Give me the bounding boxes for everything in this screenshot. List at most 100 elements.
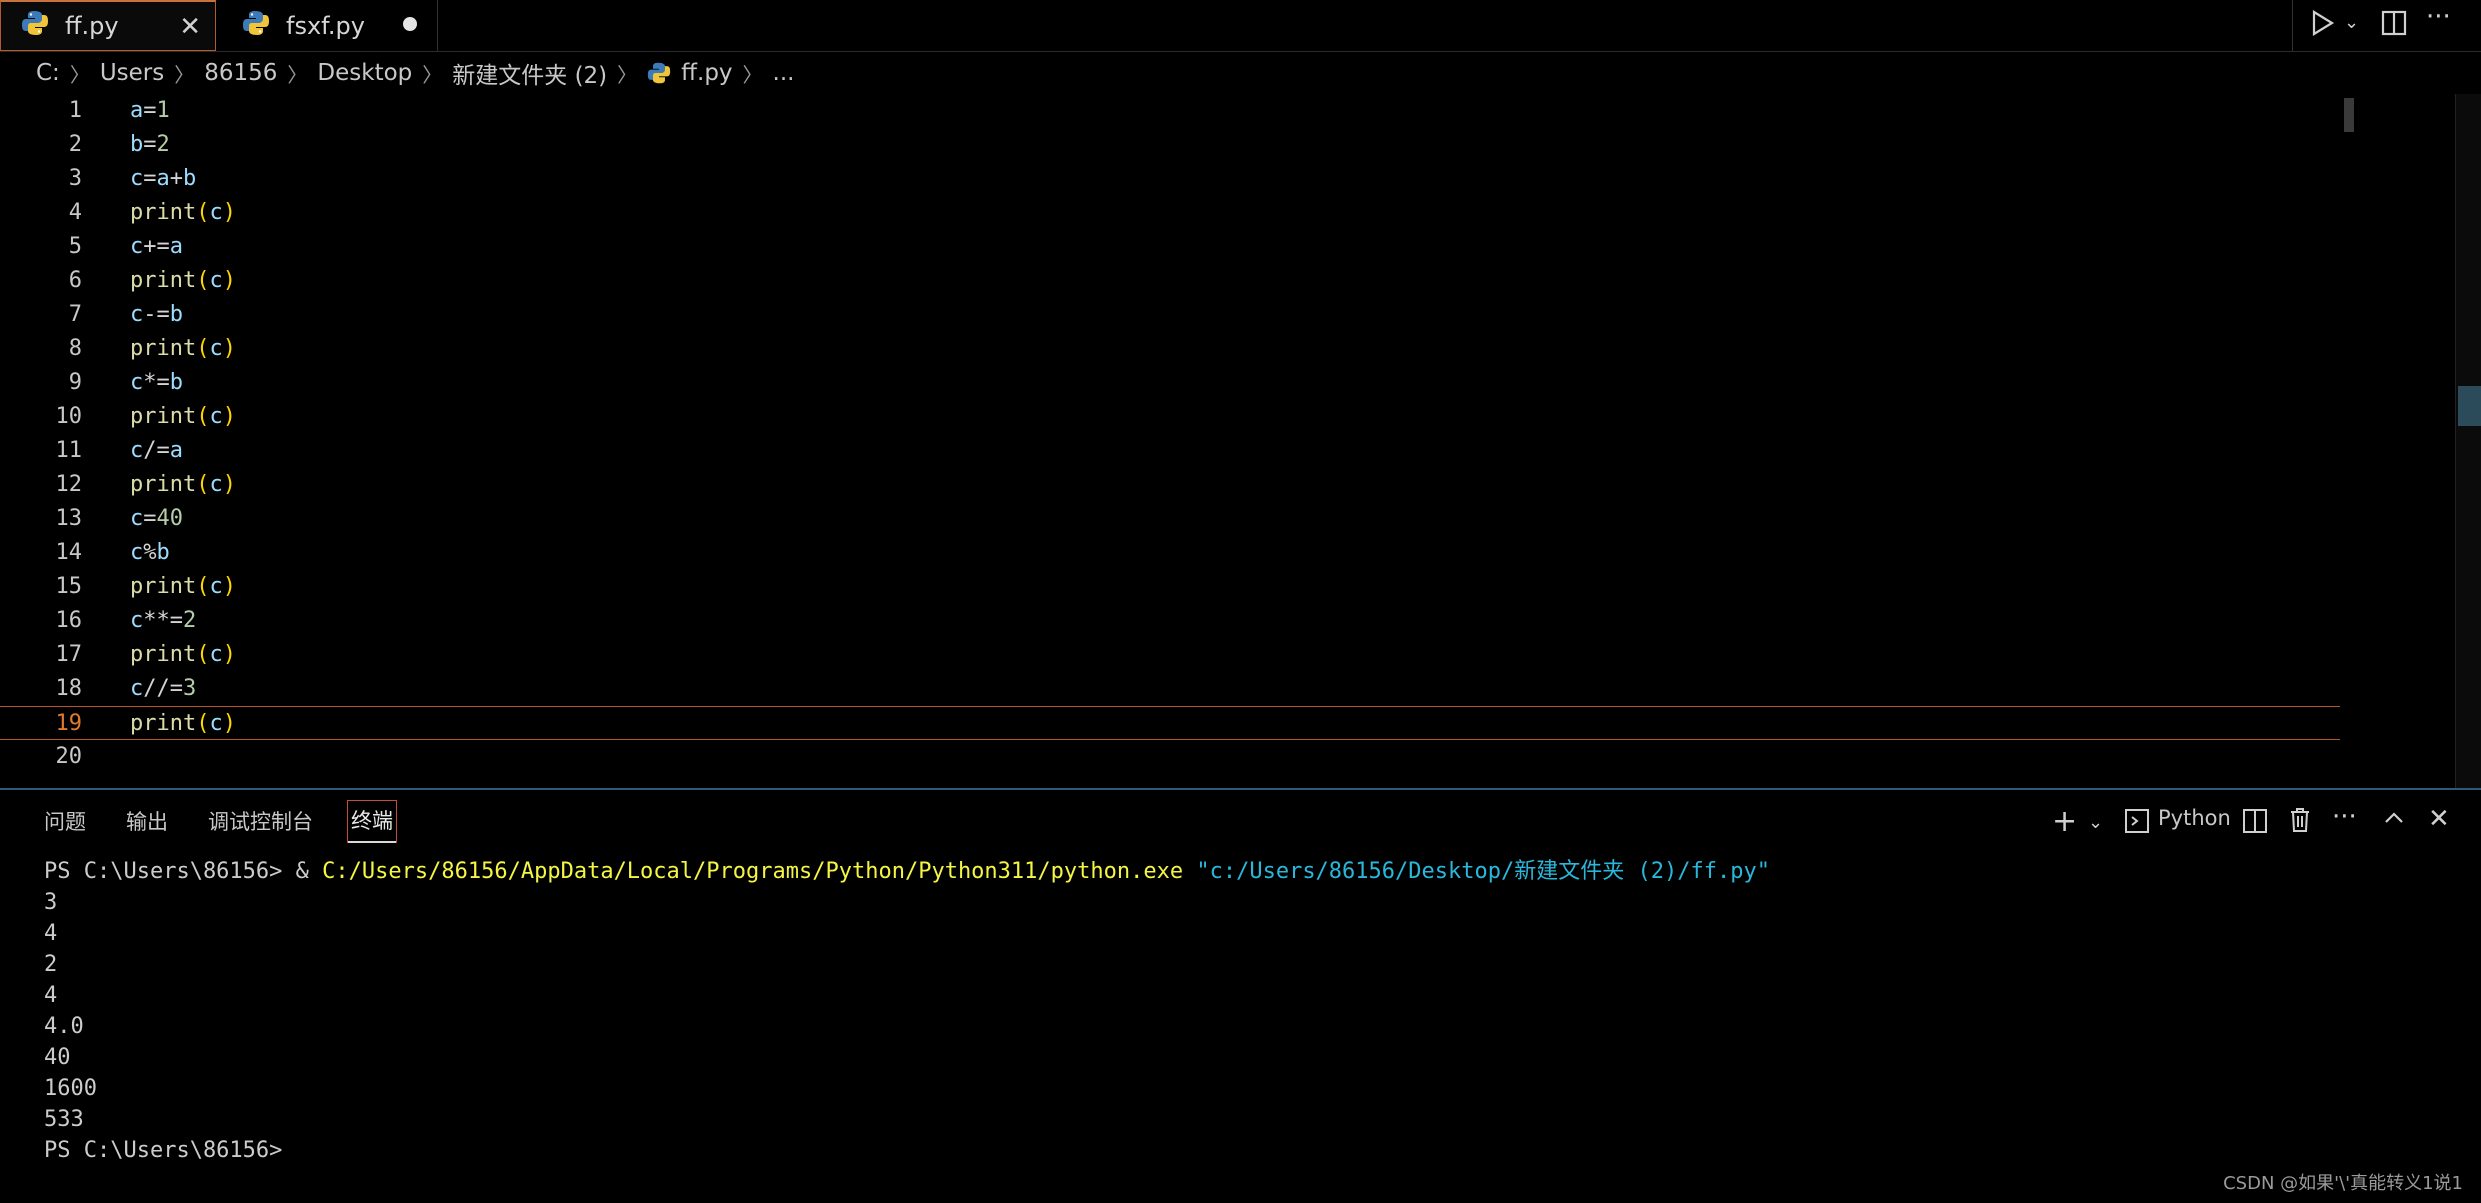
line-number: 1	[68, 98, 82, 123]
chevron-right-icon: 〉	[742, 62, 763, 87]
code-text: c**=2	[130, 608, 197, 633]
code-text: b=2	[130, 132, 170, 157]
scrollbar-thumb[interactable]	[2458, 386, 2481, 426]
code-text: print(c)	[130, 711, 236, 736]
code-text: print(c)	[130, 336, 236, 361]
code-text: print(c)	[130, 200, 236, 225]
code-editor[interactable]: 1 a=1 2 b=2 3 c=a+b 4 print(c) 5 c+=a 6 print(c) 7 c-…	[0, 94, 2481, 788]
bottom-panel: 问题 输出 调试控制台 终端 + ⌄ Python ··· ✕ PS C:\Us…	[0, 790, 2481, 1203]
code-line[interactable]: 8 print(c)	[0, 332, 2340, 366]
editor-scrollbar[interactable]	[2455, 94, 2481, 788]
code-line[interactable]: 14 c%b	[0, 536, 2340, 570]
breadcrumb-item[interactable]: 新建文件夹 (2)	[452, 56, 607, 90]
terminal-output-line: 4	[44, 983, 58, 1008]
breadcrumb-item[interactable]: ...	[773, 60, 795, 86]
more-actions-icon[interactable]: ···	[2426, 2, 2451, 32]
code-line[interactable]: 19 print(c)	[0, 706, 2340, 740]
code-line[interactable]: 6 print(c)	[0, 264, 2340, 298]
code-line[interactable]: 18 c//=3	[0, 672, 2340, 706]
code-text: c=40	[130, 506, 183, 531]
terminal-prompt: PS C:\Users\86156>	[44, 859, 296, 884]
code-line[interactable]: 3 c=a+b	[0, 162, 2340, 196]
breadcrumb-item[interactable]: Users	[100, 60, 164, 86]
python-file-icon	[647, 61, 671, 85]
watermark: CSDN @如果'\'真能转义1说1	[2223, 1173, 2463, 1194]
line-number: 17	[55, 642, 83, 667]
more-actions-icon[interactable]: ···	[2332, 802, 2357, 832]
terminal-output-line: 40	[44, 1045, 71, 1070]
run-icon[interactable]	[2310, 8, 2336, 45]
editor-tab-bar: ff.py ✕ fsxf.py ⌄ ···	[0, 0, 2481, 52]
terminal-profile-label[interactable]: Python	[2158, 806, 2231, 830]
maximize-panel-icon[interactable]	[2382, 806, 2406, 837]
terminal-command-line: PS C:\Users\86156> & C:/Users/86156/AppD…	[44, 856, 1770, 887]
python-file-icon	[242, 9, 270, 43]
code-line[interactable]: 16 c**=2	[0, 604, 2340, 638]
breadcrumb-item[interactable]: C:	[36, 60, 60, 86]
new-terminal-icon[interactable]: +	[2052, 804, 2077, 839]
code-line[interactable]: 5 c+=a	[0, 230, 2340, 264]
code-line[interactable]: 4 print(c)	[0, 196, 2340, 230]
code-text: c*=b	[130, 370, 183, 395]
terminal-icon	[2124, 808, 2150, 841]
code-text: c=a+b	[130, 166, 197, 191]
line-number: 7	[68, 302, 82, 327]
terminal-output-line: 4.0	[44, 1014, 84, 1039]
line-number: 4	[68, 200, 82, 225]
code-text: c-=b	[130, 302, 183, 327]
code-line[interactable]: 20	[0, 740, 2340, 774]
line-number: 3	[68, 166, 82, 191]
code-text: c+=a	[130, 234, 183, 259]
tab-label: fsxf.py	[286, 11, 365, 40]
code-line[interactable]: 11 c/=a	[0, 434, 2340, 468]
tab-problems[interactable]: 问题	[44, 806, 86, 836]
code-line[interactable]: 12 print(c)	[0, 468, 2340, 502]
close-icon[interactable]: ✕	[179, 12, 201, 42]
breadcrumb: C: 〉 Users 〉 86156 〉 Desktop 〉 新建文件夹 (2)…	[0, 52, 2481, 94]
terminal-script-path: "c:/Users/86156/Desktop/新建文件夹 (2)/ff.py"	[1183, 859, 1770, 884]
breadcrumb-item[interactable]: Desktop	[317, 60, 412, 86]
tab-output[interactable]: 输出	[126, 806, 168, 836]
chevron-right-icon: 〉	[69, 62, 90, 87]
terminal-prompt: PS C:\Users\86156>	[44, 1138, 283, 1163]
code-text: print(c)	[130, 574, 236, 599]
terminal-output-line: 533	[44, 1107, 84, 1132]
trash-icon[interactable]	[2288, 806, 2312, 841]
code-line[interactable]: 15 print(c)	[0, 570, 2340, 604]
code-text: c/=a	[130, 438, 183, 463]
split-editor-icon[interactable]	[2380, 8, 2408, 45]
line-number: 8	[68, 336, 82, 361]
code-line[interactable]: 2 b=2	[0, 128, 2340, 162]
breadcrumb-item[interactable]: 86156	[204, 60, 277, 86]
tab-fsxf-py[interactable]: fsxf.py	[222, 0, 438, 51]
terminal-output-line: 3	[44, 890, 58, 915]
breadcrumb-item[interactable]: ff.py	[681, 60, 732, 86]
code-text: print(c)	[130, 404, 236, 429]
python-file-icon	[21, 9, 49, 43]
code-line[interactable]: 10 print(c)	[0, 400, 2340, 434]
tab-ff-py[interactable]: ff.py ✕	[0, 0, 216, 51]
code-line[interactable]: 9 c*=b	[0, 366, 2340, 400]
chevron-down-icon[interactable]: ⌄	[2344, 12, 2359, 33]
tab-debug-console[interactable]: 调试控制台	[208, 806, 313, 836]
tab-label: ff.py	[65, 12, 119, 40]
line-number: 14	[55, 540, 83, 565]
line-number: 20	[55, 744, 83, 769]
code-line-cut-off	[0, 774, 2340, 788]
panel-tab-bar: 问题 输出 调试控制台 终端 + ⌄ Python ··· ✕	[0, 790, 2481, 848]
terminal-exe-path: C:/Users/86156/AppData/Local/Programs/Py…	[322, 859, 1184, 884]
code-line[interactable]: 7 c-=b	[0, 298, 2340, 332]
minimap[interactable]	[2344, 98, 2354, 132]
chevron-right-icon: 〉	[287, 62, 308, 87]
code-line[interactable]: 1 a=1	[0, 94, 2340, 128]
unsaved-dot-icon[interactable]	[403, 17, 417, 31]
line-number: 19	[55, 711, 83, 736]
code-line[interactable]: 17 print(c)	[0, 638, 2340, 672]
close-panel-icon[interactable]: ✕	[2428, 804, 2450, 834]
split-terminal-icon[interactable]	[2242, 808, 2268, 841]
tab-terminal[interactable]: 终端	[347, 800, 397, 843]
code-line[interactable]: 13 c=40	[0, 502, 2340, 536]
chevron-down-icon[interactable]: ⌄	[2088, 812, 2103, 833]
line-number: 9	[68, 370, 82, 395]
terminal-output[interactable]: PS C:\Users\86156> & C:/Users/86156/AppD…	[0, 856, 2481, 1186]
